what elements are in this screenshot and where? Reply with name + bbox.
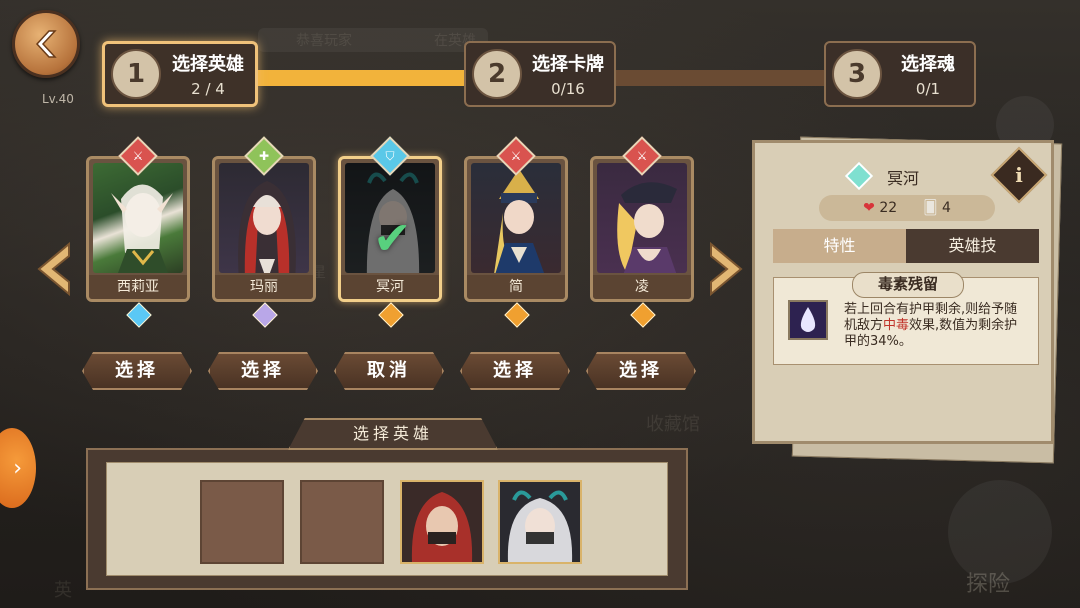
step-title: 选择魂 <box>901 54 955 75</box>
hero-name: 冥河 <box>341 275 439 299</box>
rarity-gem <box>630 302 656 328</box>
health-stat: ❤ 22 <box>863 200 897 216</box>
hero-card-mary[interactable]: ✚ 玛丽 <box>212 136 316 328</box>
rarity-gem <box>126 302 152 328</box>
hero-name: 玛丽 <box>215 275 313 299</box>
rarity-gem <box>378 302 404 328</box>
sword-icon: ⚔ <box>132 149 144 163</box>
background-label: 英 <box>54 580 72 601</box>
chevron-right-icon <box>710 242 743 296</box>
step-title: 选择英雄 <box>172 54 244 75</box>
prev-page-button[interactable] <box>32 242 74 296</box>
step-count: 2 / 4 <box>191 80 225 98</box>
cards-stat: 🂠 4 <box>923 200 951 216</box>
select-hero-button[interactable]: 选择 <box>586 352 696 390</box>
cancel-hero-button[interactable]: 取消 <box>334 352 444 390</box>
step-number: 1 <box>111 49 161 99</box>
info-icon: i <box>1015 163 1023 187</box>
hero-name: 凌 <box>593 275 691 299</box>
shield-icon: ✚ <box>258 149 270 163</box>
tab-traits[interactable]: 特性 <box>773 229 906 263</box>
next-page-button[interactable] <box>706 242 748 296</box>
hero-card-celia[interactable]: ⚔ 西莉亚 <box>86 136 190 328</box>
sword-icon: ⚔ <box>510 149 522 163</box>
shield-icon: ⛉ <box>385 148 395 163</box>
sword-icon: ⚔ <box>636 149 648 163</box>
step-count: 0/16 <box>551 80 585 98</box>
hero-card-ling[interactable]: ⚔ 凌 <box>590 136 694 328</box>
back-button[interactable] <box>12 10 80 78</box>
player-level: Lv.40 <box>42 92 74 106</box>
hero-name: 西莉亚 <box>89 275 187 299</box>
trait-card: 毒素残留 若上回合有护甲剩余,则给予随机敌方中毒效果,数值为剩余护甲的34%。 <box>773 272 1039 365</box>
hero-portrait <box>93 163 183 273</box>
hero-card-frame: 玛丽 <box>212 156 316 302</box>
heart-icon: ❤ <box>863 200 875 216</box>
rarity-gem <box>252 302 278 328</box>
step-title: 选择卡牌 <box>532 54 604 75</box>
step-count: 0/1 <box>915 80 941 98</box>
hero-slot-empty[interactable] <box>200 480 284 564</box>
cards-icon: 🂠 <box>923 200 938 216</box>
background-shield <box>948 480 1052 584</box>
cards-value: 4 <box>941 200 951 216</box>
select-hero-button[interactable]: 选择 <box>82 352 192 390</box>
trait-name: 毒素残留 <box>852 272 964 298</box>
trait-description: 若上回合有护甲剩余,则给予随机敌方中毒效果,数值为剩余护甲的34%。 <box>844 302 1018 349</box>
hero-name: 简 <box>467 275 565 299</box>
hero-portrait: ✔ <box>345 163 435 273</box>
poison-drop-icon <box>788 300 828 340</box>
hero-detail-panel: 冥河 i ❤ 22 🂠 4 特性 英雄技 毒素残留 若上回合有护甲剩余,则给予随… <box>752 140 1054 444</box>
tab-hero-skill[interactable]: 英雄技 <box>906 229 1039 263</box>
hero-avatar <box>402 482 482 562</box>
hero-card-jane[interactable]: ⚔ 简 <box>464 136 568 328</box>
hero-card-frame: 凌 <box>590 156 694 302</box>
step-select-cards[interactable]: 2 选择卡牌 0/16 <box>464 41 616 107</box>
select-hero-heading: 选择英雄 <box>288 418 498 450</box>
hero-stats: ❤ 22 🂠 4 <box>819 195 995 221</box>
selected-heroes-area <box>86 448 688 590</box>
hero-slot-empty[interactable] <box>300 480 384 564</box>
poison-keyword: 中毒 <box>883 318 910 333</box>
health-value: 22 <box>879 200 898 216</box>
select-hero-button[interactable]: 选择 <box>460 352 570 390</box>
check-icon: ✔ <box>373 211 412 265</box>
detail-tabs: 特性 英雄技 <box>773 229 1039 263</box>
back-arrow-icon <box>35 30 57 58</box>
hero-portrait <box>471 163 561 273</box>
step-number: 2 <box>472 49 522 99</box>
selected-heroes-inner <box>106 462 668 576</box>
step-select-hero[interactable]: 1 选择英雄 2 / 4 <box>102 41 258 107</box>
hero-slot-filled[interactable] <box>498 480 582 564</box>
select-hero-button[interactable]: 选择 <box>208 352 318 390</box>
background-label: 收藏馆 <box>646 414 700 435</box>
step-select-soul[interactable]: 3 选择魂 0/1 <box>824 41 976 107</box>
chevron-left-icon <box>37 242 70 296</box>
hero-portrait <box>597 163 687 273</box>
hero-portrait <box>219 163 309 273</box>
hero-slot-filled[interactable] <box>400 480 484 564</box>
background-label: 恭喜玩家 <box>296 33 352 49</box>
hero-card-frame: ✔ 冥河 <box>338 156 442 302</box>
chevron-right-icon: › <box>13 455 22 481</box>
hero-card-frame: 西莉亚 <box>86 156 190 302</box>
hero-card-frame: 简 <box>464 156 568 302</box>
info-button[interactable]: i <box>990 146 1048 204</box>
hero-avatar <box>500 482 580 562</box>
rarity-gem <box>504 302 530 328</box>
step-number: 3 <box>832 49 882 99</box>
hero-card-styx[interactable]: ⛉ ✔ 冥河 <box>338 136 442 328</box>
